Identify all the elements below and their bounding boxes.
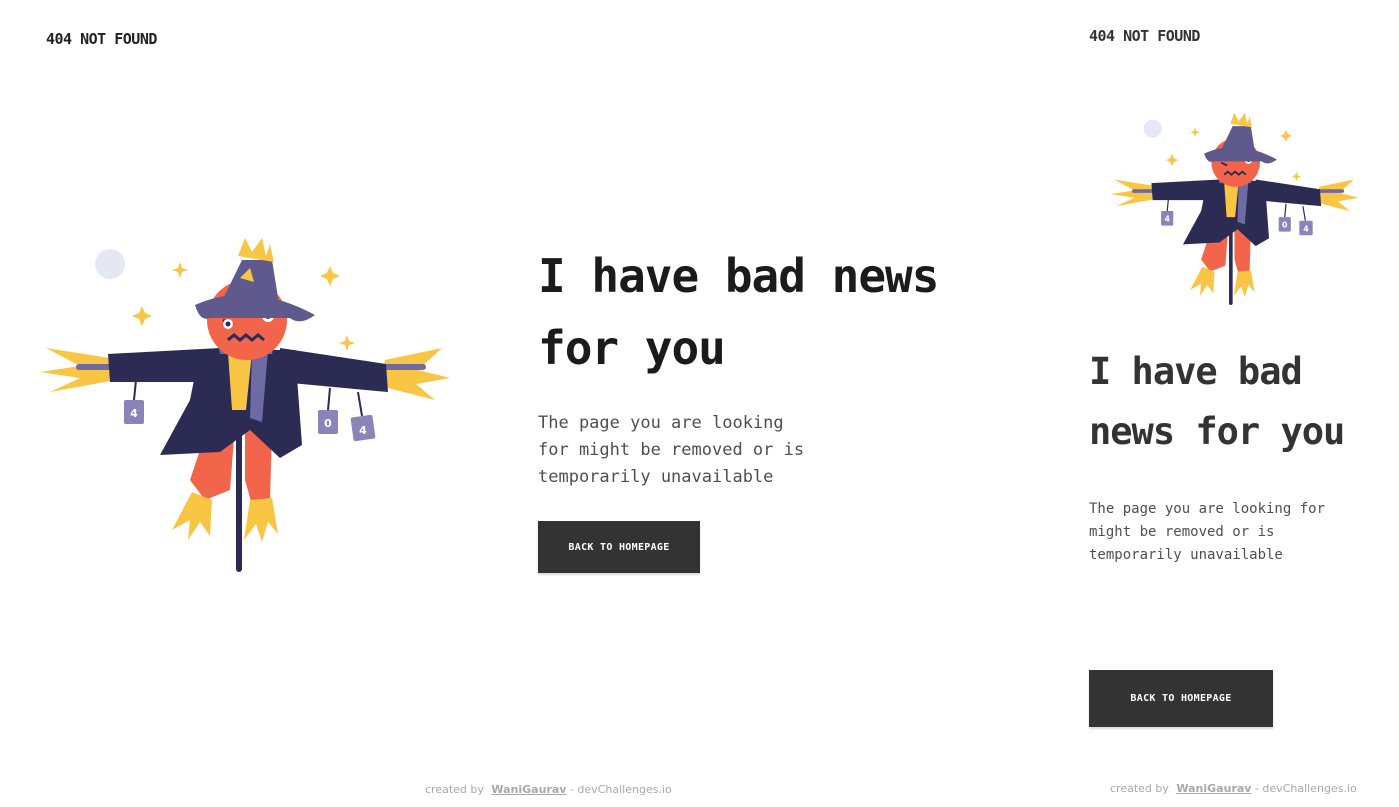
page-headline: I have bad news for you bbox=[538, 240, 998, 384]
can-label-1: 4 bbox=[130, 407, 138, 420]
headline-mobile-line-2: news for you bbox=[1089, 410, 1345, 453]
description-line-1: The page you are looking bbox=[538, 413, 784, 433]
description-mobile-line-1: The page you are looking for bbox=[1089, 501, 1326, 517]
can-label-3: 4 bbox=[359, 424, 367, 437]
brand-logo: 404 NOT FOUND bbox=[46, 30, 157, 48]
brand-logo-mobile: 404 NOT FOUND bbox=[1089, 27, 1200, 45]
description-line-3: temporarily unavailable bbox=[538, 467, 774, 487]
can-label-mobile-1: 4 bbox=[1164, 214, 1170, 223]
headline-line-2: for you bbox=[538, 321, 726, 375]
description-mobile-line-2: might be removed or is bbox=[1089, 524, 1275, 540]
page-headline-mobile: I have bad news for you bbox=[1089, 342, 1389, 462]
can-label-2: 0 bbox=[324, 417, 332, 430]
scarecrow-illustration: 4 0 4 bbox=[40, 230, 460, 580]
description-line-2: for might be removed or is bbox=[538, 440, 805, 460]
footer-credit: created by WaniGaurav - devChallenges.io bbox=[425, 783, 672, 796]
footer-prefix-mobile: created by bbox=[1110, 782, 1169, 795]
author-link-mobile[interactable]: WaniGaurav bbox=[1176, 782, 1251, 795]
headline-line-1: I have bad news bbox=[538, 249, 939, 303]
moon-shape bbox=[95, 249, 125, 279]
footer-suffix-mobile: - devChallenges.io bbox=[1254, 782, 1357, 795]
page-description: The page you are looking for might be re… bbox=[538, 410, 828, 491]
can-label-mobile-3: 4 bbox=[1303, 225, 1309, 234]
footer-suffix: - devChallenges.io bbox=[569, 783, 672, 796]
description-mobile-line-3: temporarily unavailable bbox=[1089, 547, 1283, 563]
footer-prefix: created by bbox=[425, 783, 484, 796]
back-to-homepage-button-mobile[interactable]: BACK TO HOMEPAGE bbox=[1089, 670, 1273, 727]
can-label-mobile-2: 0 bbox=[1282, 220, 1288, 229]
page-description-mobile: The page you are looking for might be re… bbox=[1089, 498, 1349, 567]
scarecrow-illustration-mobile: 4 0 4 bbox=[1110, 108, 1365, 308]
back-to-homepage-button[interactable]: BACK TO HOMEPAGE bbox=[538, 521, 700, 573]
footer-credit-mobile: created by WaniGaurav - devChallenges.io bbox=[1110, 782, 1357, 795]
headline-mobile-line-1: I have bad bbox=[1089, 350, 1303, 393]
author-link[interactable]: WaniGaurav bbox=[491, 783, 566, 796]
